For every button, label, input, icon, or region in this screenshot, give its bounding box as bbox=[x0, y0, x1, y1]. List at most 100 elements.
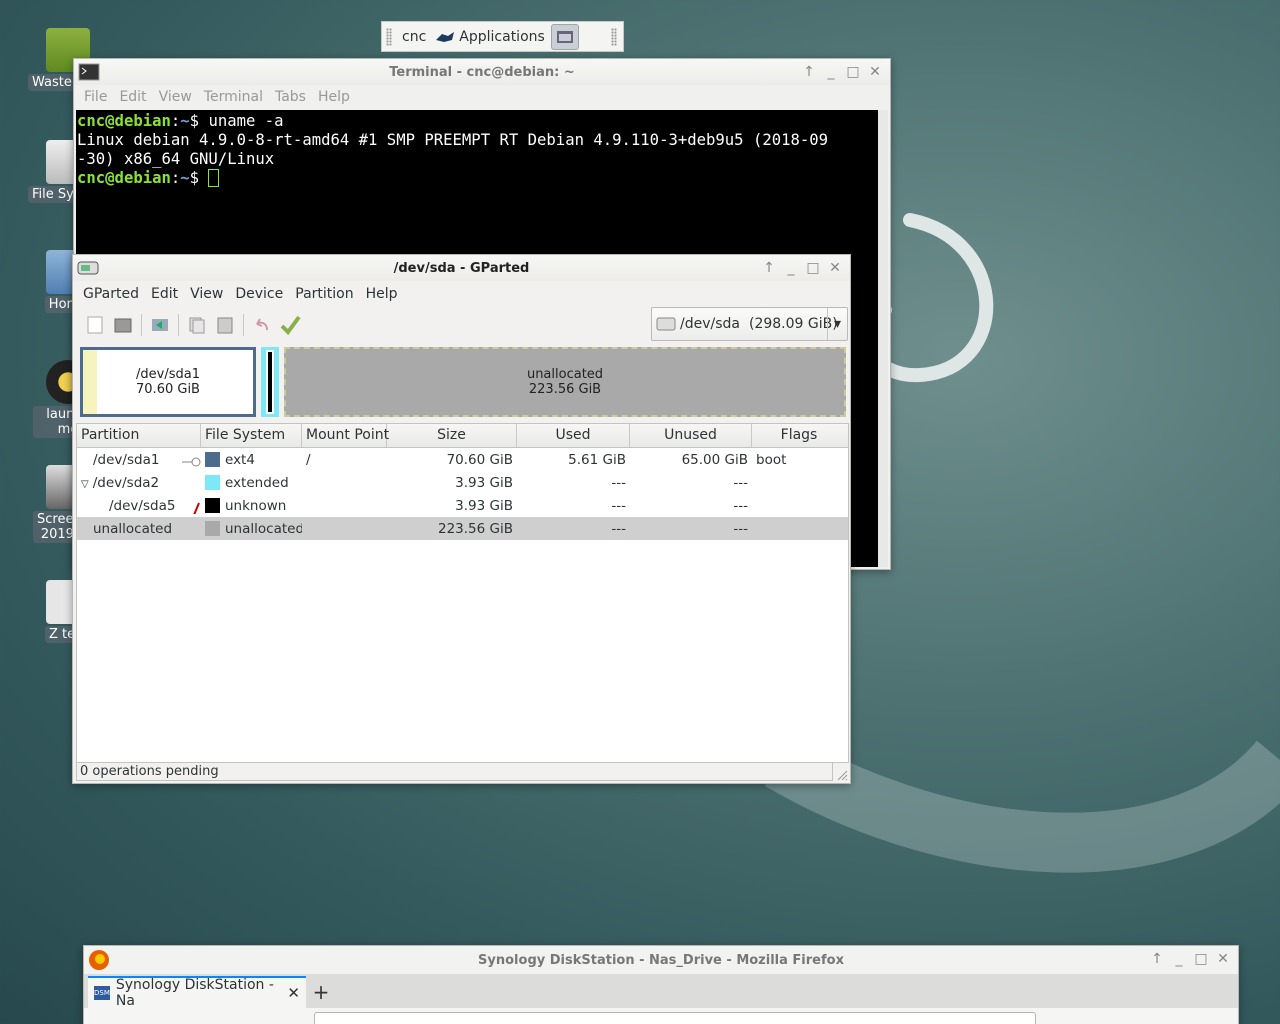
checkmark-icon bbox=[280, 315, 301, 336]
gparted-menubar: GParted Edit View Device Partition Help bbox=[73, 282, 850, 306]
panel-grip-right[interactable] bbox=[611, 27, 617, 46]
column-flags[interactable]: Flags bbox=[752, 424, 846, 447]
menu-edit[interactable]: Edit bbox=[113, 89, 152, 105]
cell-used: --- bbox=[611, 520, 626, 537]
terminal-titlebar[interactable]: Terminal - cnc@debian: ~ ↑ _ □ ✕ bbox=[74, 59, 890, 85]
undo-button[interactable] bbox=[248, 311, 276, 339]
prompt-sep: : bbox=[170, 169, 181, 187]
shade-icon[interactable]: ↑ bbox=[800, 63, 818, 81]
device-selector[interactable]: /dev/sda (298.09 GiB) ▾ bbox=[651, 307, 848, 341]
column-size[interactable]: Size bbox=[387, 424, 517, 447]
url-bar[interactable] bbox=[314, 1012, 1036, 1024]
status-bar: 0 operations pending bbox=[76, 762, 833, 781]
cell-filesystem: unallocated bbox=[201, 520, 302, 537]
column-partition[interactable]: Partition bbox=[77, 424, 201, 447]
menu-partition[interactable]: Partition bbox=[289, 286, 359, 302]
toolbar-separator bbox=[141, 314, 142, 336]
cell-partition: /dev/sda1 bbox=[77, 452, 201, 468]
expander-icon[interactable]: ▽ bbox=[81, 479, 89, 490]
menu-device[interactable]: Device bbox=[229, 286, 289, 302]
table-row[interactable]: unallocated unallocated 223.56 GiB --- -… bbox=[77, 517, 848, 540]
filesystem-swatch bbox=[205, 497, 220, 513]
window-list-button[interactable] bbox=[550, 23, 579, 50]
new-icon bbox=[87, 316, 103, 334]
column-mountpoint[interactable]: Mount Point bbox=[302, 424, 389, 447]
column-unused[interactable]: Unused bbox=[630, 424, 752, 447]
diskmap-sda5[interactable] bbox=[266, 350, 274, 414]
terminal-line: -30) x86_64 GNU/Linux bbox=[77, 150, 275, 168]
cell-partition: ▽/dev/sda2 bbox=[77, 475, 201, 491]
cell-filesystem: extended bbox=[201, 474, 302, 491]
new-tab-button[interactable]: + bbox=[306, 976, 336, 1008]
filesystem-label: unallocated bbox=[225, 520, 302, 537]
maximize-icon[interactable]: □ bbox=[804, 259, 822, 277]
cell-size: 3.93 GiB bbox=[455, 497, 513, 514]
shade-icon[interactable]: ↑ bbox=[1148, 950, 1166, 968]
copy-button[interactable] bbox=[183, 311, 211, 339]
terminal-scrollbar[interactable] bbox=[878, 110, 888, 567]
firefox-window[interactable]: Synology DiskStation - Nas_Drive - Mozil… bbox=[83, 945, 1239, 1024]
partition-table: Partition File System Mount Point Size U… bbox=[76, 423, 849, 763]
cell-flags: boot bbox=[756, 451, 787, 468]
menu-tabs[interactable]: Tabs bbox=[269, 89, 312, 105]
cell-filesystem: ext4 bbox=[201, 451, 302, 468]
menu-gparted[interactable]: GParted bbox=[77, 286, 145, 302]
close-icon[interactable]: ✕ bbox=[826, 259, 844, 277]
terminal-line: cnc@debian:~$ uname -a bbox=[77, 112, 877, 131]
window-title: Synology DiskStation - Nas_Drive - Mozil… bbox=[478, 952, 844, 968]
firefox-titlebar[interactable]: Synology DiskStation - Nas_Drive - Mozil… bbox=[84, 946, 1238, 974]
firefox-icon bbox=[89, 950, 109, 970]
paste-button[interactable] bbox=[211, 311, 239, 339]
menu-edit[interactable]: Edit bbox=[145, 286, 184, 302]
menu-help[interactable]: Help bbox=[360, 286, 404, 302]
resize-grip-icon[interactable] bbox=[836, 769, 848, 781]
diskmap-unallocated-name: unallocated bbox=[526, 367, 604, 382]
delete-partition-button[interactable] bbox=[109, 311, 137, 339]
filesystem-label: extended bbox=[225, 474, 289, 491]
maximize-icon[interactable]: □ bbox=[844, 63, 862, 81]
close-tab-icon[interactable]: ✕ bbox=[287, 984, 300, 1002]
cell-filesystem: unknown bbox=[201, 497, 302, 514]
window-title: /dev/sda - GParted bbox=[393, 260, 530, 276]
window-icon bbox=[556, 30, 573, 43]
panel-user[interactable]: cnc bbox=[398, 22, 430, 51]
minimize-icon[interactable]: _ bbox=[1170, 950, 1188, 968]
diskmap-unallocated[interactable]: unallocated 223.56 GiB bbox=[284, 347, 846, 417]
prompt-user: cnc@debian bbox=[77, 112, 171, 130]
resize-move-button[interactable] bbox=[146, 311, 174, 339]
menu-terminal[interactable]: Terminal bbox=[198, 89, 269, 105]
menu-help[interactable]: Help bbox=[312, 89, 356, 105]
gparted-window[interactable]: /dev/sda - GParted ↑ _ □ ✕ GParted Edit … bbox=[72, 254, 851, 784]
gparted-icon bbox=[77, 261, 99, 275]
cell-partition: unallocated bbox=[77, 521, 201, 537]
table-row[interactable]: /dev/sda5 unknown 3.93 GiB --- --- bbox=[77, 494, 848, 517]
tab-synology[interactable]: DSM Synology DiskStation - Na ✕ bbox=[88, 976, 306, 1009]
maximize-icon[interactable]: □ bbox=[1192, 950, 1210, 968]
column-filesystem[interactable]: File System bbox=[201, 424, 302, 447]
undo-icon bbox=[256, 318, 268, 331]
diskmap-sda2[interactable] bbox=[261, 347, 279, 417]
menu-view[interactable]: View bbox=[153, 89, 198, 105]
minimize-icon[interactable]: _ bbox=[822, 63, 840, 81]
menu-file[interactable]: File bbox=[78, 89, 113, 105]
diskmap-unallocated-label: unallocated 223.56 GiB bbox=[286, 367, 844, 397]
filesystem-swatch bbox=[205, 474, 220, 490]
menu-view[interactable]: View bbox=[184, 286, 229, 302]
command-text: $ bbox=[189, 169, 209, 187]
new-partition-button[interactable] bbox=[81, 311, 109, 339]
close-icon[interactable]: ✕ bbox=[1214, 950, 1232, 968]
column-used[interactable]: Used bbox=[517, 424, 630, 447]
minimize-icon[interactable]: _ bbox=[782, 259, 800, 277]
diskmap-sda1-size: 70.60 GiB bbox=[136, 382, 200, 397]
diskmap-sda1[interactable]: /dev/sda1 70.60 GiB bbox=[80, 347, 256, 417]
table-row[interactable]: ▽/dev/sda2 extended 3.93 GiB --- --- bbox=[77, 471, 848, 494]
toolbar-separator bbox=[243, 314, 244, 336]
shade-icon[interactable]: ↑ bbox=[760, 259, 778, 277]
apply-button[interactable] bbox=[276, 311, 304, 339]
table-row[interactable]: /dev/sda1 ext4 / 70.60 GiB 5.61 GiB 65.0… bbox=[77, 448, 848, 471]
panel-grip[interactable] bbox=[386, 27, 392, 46]
applications-menu-button[interactable]: Applications bbox=[430, 22, 549, 51]
navigation-bar bbox=[84, 1008, 1238, 1024]
close-icon[interactable]: ✕ bbox=[866, 63, 884, 81]
gparted-titlebar[interactable]: /dev/sda - GParted ↑ _ □ ✕ bbox=[73, 255, 850, 281]
